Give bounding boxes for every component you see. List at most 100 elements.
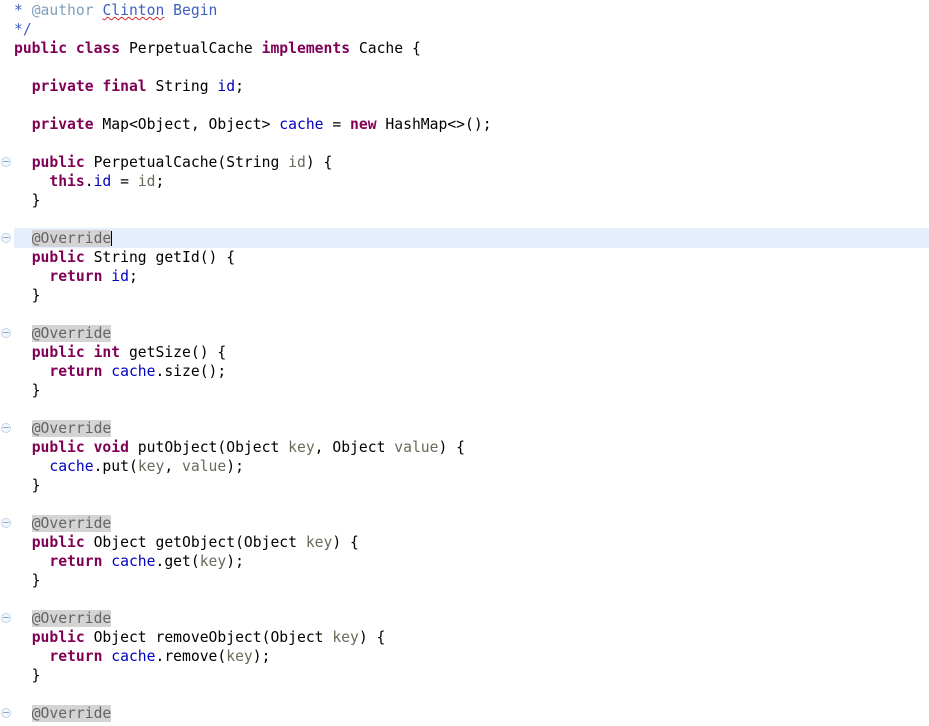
code-line[interactable]: @Override bbox=[0, 704, 929, 723]
code-line[interactable]: public Object removeObject(Object key) { bbox=[0, 628, 929, 647]
code-line[interactable]: @Override bbox=[0, 609, 929, 628]
code-line[interactable]: return cache.size(); bbox=[0, 362, 929, 381]
code-line-text: @Override bbox=[14, 229, 113, 248]
code-line[interactable]: @Override bbox=[0, 514, 929, 533]
code-line-text: } bbox=[14, 381, 41, 400]
collapse-fold-icon[interactable] bbox=[1, 613, 11, 623]
code-line[interactable] bbox=[0, 134, 929, 153]
code-line[interactable]: public PerpetualCache(String id) { bbox=[0, 153, 929, 172]
code-token: .put( bbox=[93, 458, 138, 475]
code-line[interactable] bbox=[0, 96, 929, 115]
code-surface[interactable]: * @author Clinton Begin */public class Pe… bbox=[0, 0, 929, 726]
code-line[interactable]: private final String id; bbox=[0, 77, 929, 96]
code-line[interactable]: public String getId() { bbox=[0, 248, 929, 267]
code-token: Clinton bbox=[102, 2, 165, 19]
code-token: public bbox=[31, 154, 85, 171]
code-line[interactable]: return id; bbox=[0, 267, 929, 286]
code-line-text: * @author Clinton Begin bbox=[14, 1, 217, 20]
collapse-fold-icon[interactable] bbox=[1, 518, 11, 528]
code-token: Map<Object, Object> bbox=[93, 116, 280, 133]
code-line[interactable]: private Map<Object, Object> cache = new … bbox=[0, 115, 929, 134]
code-line[interactable] bbox=[0, 58, 929, 77]
code-token: new bbox=[350, 116, 377, 133]
code-token: public bbox=[31, 249, 85, 266]
code-token: value bbox=[394, 439, 439, 456]
code-line[interactable]: } bbox=[0, 666, 929, 685]
collapse-fold-icon[interactable] bbox=[1, 157, 11, 167]
code-token: .get( bbox=[155, 553, 200, 570]
code-line[interactable]: @Override bbox=[0, 229, 929, 248]
code-token: return bbox=[49, 648, 103, 665]
code-line-text: this.id = id; bbox=[14, 172, 164, 191]
code-line[interactable]: public Object getObject(Object key) { bbox=[0, 533, 929, 552]
code-line[interactable]: public void putObject(Object key, Object… bbox=[0, 438, 929, 457]
code-token: , Object bbox=[314, 439, 395, 456]
code-token: private bbox=[31, 116, 94, 133]
code-token: } bbox=[14, 667, 41, 684]
code-token: ); bbox=[226, 458, 244, 475]
code-token: @Override bbox=[31, 705, 112, 722]
code-line[interactable] bbox=[0, 590, 929, 609]
code-token: HashMap<>(); bbox=[376, 116, 492, 133]
code-line[interactable]: this.id = id; bbox=[0, 172, 929, 191]
code-line[interactable]: public class PerpetualCache implements C… bbox=[0, 39, 929, 58]
collapse-fold-icon[interactable] bbox=[1, 708, 11, 718]
code-line[interactable]: return cache.get(key); bbox=[0, 552, 929, 571]
code-line[interactable] bbox=[0, 400, 929, 419]
folding-gutter[interactable] bbox=[0, 0, 14, 726]
code-token: public bbox=[31, 534, 85, 551]
code-token: = bbox=[323, 116, 351, 133]
code-line[interactable]: } bbox=[0, 286, 929, 305]
code-editor[interactable]: * @author Clinton Begin */public class Pe… bbox=[0, 0, 929, 726]
code-token: cache bbox=[111, 553, 156, 570]
code-token: } bbox=[14, 477, 41, 494]
code-token: ) { bbox=[305, 154, 333, 171]
code-line[interactable] bbox=[0, 305, 929, 324]
collapse-fold-icon[interactable] bbox=[1, 328, 11, 338]
code-line[interactable]: } bbox=[0, 381, 929, 400]
code-line[interactable]: */ bbox=[0, 20, 929, 39]
code-line-text: public Object getObject(Object key) { bbox=[14, 533, 359, 552]
code-line[interactable]: } bbox=[0, 476, 929, 495]
code-line[interactable]: @Override bbox=[0, 324, 929, 343]
code-token: public void bbox=[31, 439, 129, 456]
code-token: * bbox=[14, 2, 32, 19]
code-token: return bbox=[49, 268, 103, 285]
code-line-text: private final String id; bbox=[14, 77, 244, 96]
collapse-fold-icon[interactable] bbox=[1, 233, 11, 243]
code-line[interactable]: cache.put(key, value); bbox=[0, 457, 929, 476]
code-token: private final bbox=[31, 78, 147, 95]
code-line[interactable] bbox=[0, 210, 929, 229]
code-line-text: public String getId() { bbox=[14, 248, 235, 267]
code-token: id bbox=[288, 154, 306, 171]
code-line[interactable]: } bbox=[0, 191, 929, 210]
code-token: @Override bbox=[31, 515, 112, 532]
code-line-text: return id; bbox=[14, 267, 137, 286]
code-line[interactable]: } bbox=[0, 571, 929, 590]
code-line[interactable]: @Override bbox=[0, 419, 929, 438]
code-token: ) { bbox=[358, 629, 386, 646]
code-token: key bbox=[332, 629, 359, 646]
code-token: } bbox=[14, 382, 41, 399]
code-line[interactable]: return cache.remove(key); bbox=[0, 647, 929, 666]
code-line-text: } bbox=[14, 286, 41, 305]
code-line[interactable] bbox=[0, 685, 929, 704]
code-line[interactable] bbox=[0, 495, 929, 514]
code-line[interactable]: public int getSize() { bbox=[0, 343, 929, 362]
code-line-text: } bbox=[14, 191, 41, 210]
code-line[interactable]: * @author Clinton Begin bbox=[0, 1, 929, 20]
code-line-text: @Override bbox=[14, 609, 112, 628]
code-token: return bbox=[49, 363, 103, 380]
code-token: putObject(Object bbox=[128, 439, 289, 456]
collapse-fold-icon[interactable] bbox=[1, 423, 11, 433]
